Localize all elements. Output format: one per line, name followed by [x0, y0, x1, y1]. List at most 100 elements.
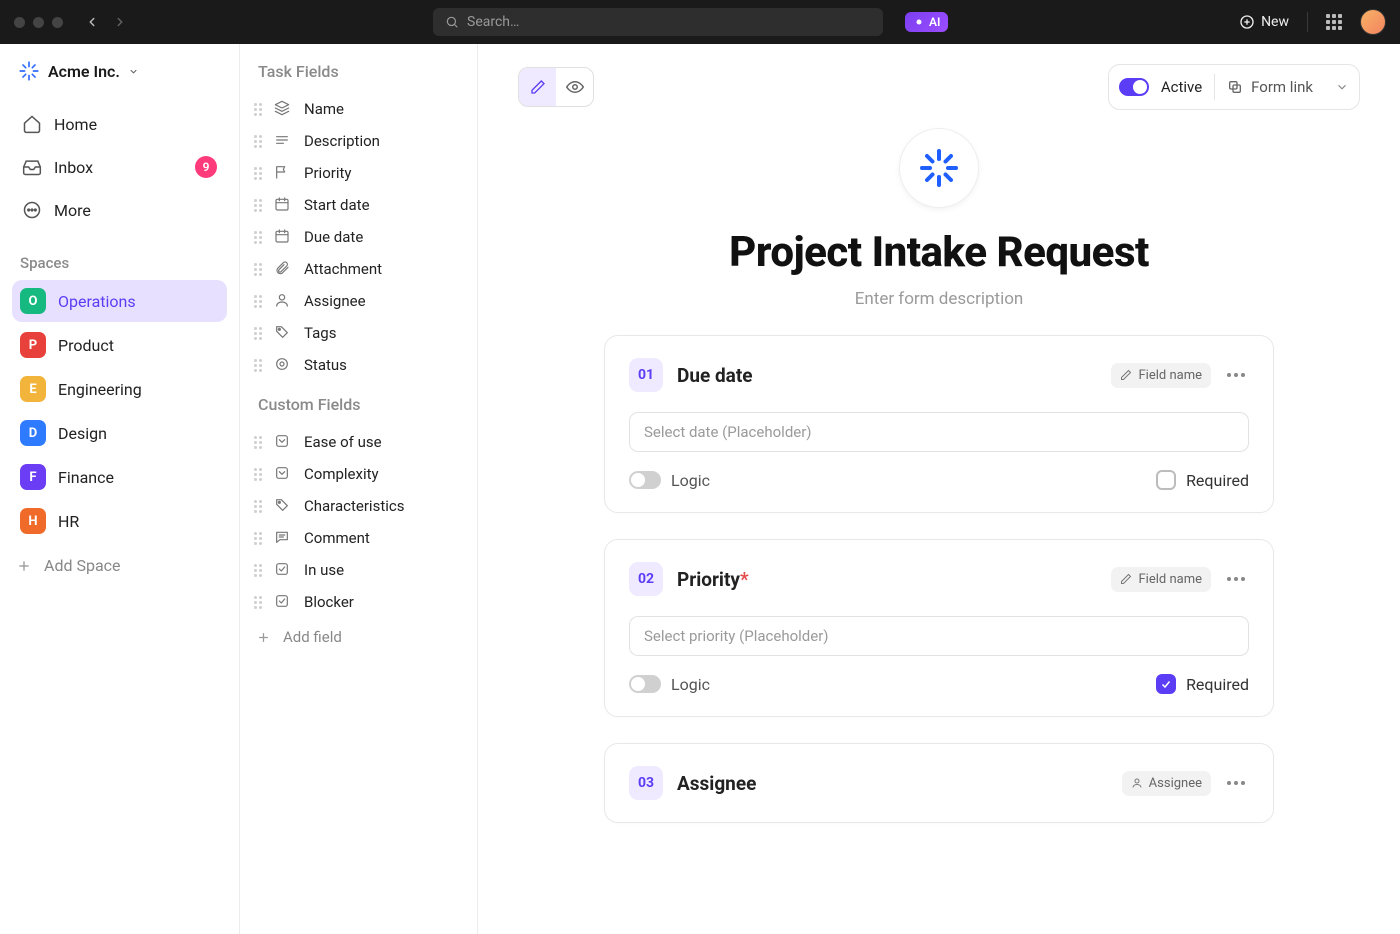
drag-handle-icon[interactable]	[254, 500, 262, 513]
drag-handle-icon[interactable]	[254, 103, 262, 116]
active-toggle[interactable]	[1119, 78, 1149, 96]
space-chip: H	[20, 508, 46, 534]
new-button[interactable]: New	[1239, 14, 1289, 30]
custom-fields-header: Custom Fields	[240, 395, 477, 414]
field-tags[interactable]: Tags	[240, 317, 477, 349]
space-operations[interactable]: O Operations	[12, 280, 227, 322]
space-design[interactable]: D Design	[12, 412, 227, 454]
question-input[interactable]: Select date (Placeholder)	[629, 412, 1249, 452]
back-button[interactable]	[81, 11, 103, 33]
question-number: 01	[629, 358, 663, 392]
user-avatar[interactable]	[1360, 9, 1386, 35]
drag-handle-icon[interactable]	[254, 135, 262, 148]
preview-mode-button[interactable]	[556, 68, 593, 106]
question-title[interactable]: Priority*	[677, 568, 749, 591]
field-due-date[interactable]: Due date	[240, 221, 477, 253]
field-complexity[interactable]: Complexity	[240, 458, 477, 490]
ai-button[interactable]: AI	[905, 12, 948, 32]
drag-handle-icon[interactable]	[254, 564, 262, 577]
space-chip: D	[20, 420, 46, 446]
field-blocker[interactable]: Blocker	[240, 586, 477, 618]
question-card-03[interactable]: 03 Assignee Assignee	[604, 743, 1274, 823]
sparkle-icon	[913, 16, 925, 28]
drag-handle-icon[interactable]	[254, 327, 262, 340]
space-hr[interactable]: H HR	[12, 500, 227, 542]
forward-button[interactable]	[109, 11, 131, 33]
chevron-down-icon[interactable]	[1335, 80, 1349, 94]
paperclip-icon	[274, 260, 292, 278]
field-label: Blocker	[304, 593, 354, 611]
add-space-button[interactable]: Add Space	[0, 544, 239, 587]
field-priority[interactable]: Priority	[240, 157, 477, 189]
form-title[interactable]: Project Intake Request	[559, 228, 1319, 277]
fieldname-chip[interactable]: Field name	[1111, 567, 1211, 592]
drag-handle-icon[interactable]	[254, 468, 262, 481]
search-input[interactable]: Search…	[433, 8, 883, 36]
search-icon	[445, 15, 459, 29]
drag-handle-icon[interactable]	[254, 532, 262, 545]
form-link-button[interactable]: Form link	[1227, 78, 1313, 96]
drag-handle-icon[interactable]	[254, 295, 262, 308]
field-label: Comment	[304, 529, 370, 547]
field-start-date[interactable]: Start date	[240, 189, 477, 221]
edit-mode-button[interactable]	[519, 68, 556, 106]
required-checkbox[interactable]	[1156, 470, 1176, 490]
assignee-chip[interactable]: Assignee	[1122, 771, 1211, 796]
copy-icon	[1227, 79, 1243, 95]
field-label: Complexity	[304, 465, 379, 483]
logic-label: Logic	[671, 675, 710, 694]
field-characteristics[interactable]: Characteristics	[240, 490, 477, 522]
logic-toggle[interactable]	[629, 675, 661, 693]
add-field-button[interactable]: Add field	[240, 618, 477, 656]
field-name[interactable]: Name	[240, 93, 477, 125]
drag-handle-icon[interactable]	[254, 199, 262, 212]
nav-home[interactable]: Home	[12, 104, 227, 144]
field-assignee[interactable]: Assignee	[240, 285, 477, 317]
nav-home-label: Home	[54, 115, 97, 134]
fieldname-chip[interactable]: Field name	[1111, 363, 1211, 388]
topbar: Search… AI New	[0, 0, 1400, 44]
workspace-switcher[interactable]: Acme Inc.	[0, 44, 239, 96]
field-ease-of-use[interactable]: Ease of use	[240, 426, 477, 458]
form-logo[interactable]	[899, 128, 979, 208]
apps-grid-icon[interactable]	[1326, 14, 1342, 30]
space-label: Finance	[58, 468, 114, 487]
drag-handle-icon[interactable]	[254, 436, 262, 449]
question-title[interactable]: Assignee	[677, 772, 756, 795]
required-checkbox[interactable]	[1156, 674, 1176, 694]
close-dot[interactable]	[14, 17, 25, 28]
drag-handle-icon[interactable]	[254, 263, 262, 276]
user-icon	[274, 292, 292, 310]
form-desc-placeholder[interactable]: Enter form description	[559, 289, 1319, 309]
drag-handle-icon[interactable]	[254, 167, 262, 180]
question-menu-button[interactable]	[1223, 573, 1249, 585]
drag-handle-icon[interactable]	[254, 596, 262, 609]
space-product[interactable]: P Product	[12, 324, 227, 366]
question-card-01[interactable]: 01 Due date Field name Select date (Plac…	[604, 335, 1274, 513]
logic-toggle[interactable]	[629, 471, 661, 489]
question-title[interactable]: Due date	[677, 364, 753, 387]
field-label: Assignee	[304, 292, 366, 310]
spinner-icon	[919, 148, 959, 188]
space-finance[interactable]: F Finance	[12, 456, 227, 498]
field-attachment[interactable]: Attachment	[240, 253, 477, 285]
target-icon	[274, 356, 292, 374]
question-menu-button[interactable]	[1223, 777, 1249, 789]
field-description[interactable]: Description	[240, 125, 477, 157]
nav-inbox[interactable]: Inbox 9	[12, 146, 227, 188]
minimize-dot[interactable]	[33, 17, 44, 28]
question-card-02[interactable]: 02 Priority* Field name Select priority …	[604, 539, 1274, 717]
field-in-use[interactable]: In use	[240, 554, 477, 586]
space-engineering[interactable]: E Engineering	[12, 368, 227, 410]
workspace-logo-icon	[18, 60, 40, 82]
question-input[interactable]: Select priority (Placeholder)	[629, 616, 1249, 656]
drag-handle-icon[interactable]	[254, 231, 262, 244]
question-menu-button[interactable]	[1223, 369, 1249, 381]
drag-handle-icon[interactable]	[254, 359, 262, 372]
space-label: Operations	[58, 292, 136, 311]
nav-more[interactable]: More	[12, 190, 227, 230]
layers-icon	[274, 100, 292, 118]
zoom-dot[interactable]	[52, 17, 63, 28]
field-status[interactable]: Status	[240, 349, 477, 381]
field-comment[interactable]: Comment	[240, 522, 477, 554]
